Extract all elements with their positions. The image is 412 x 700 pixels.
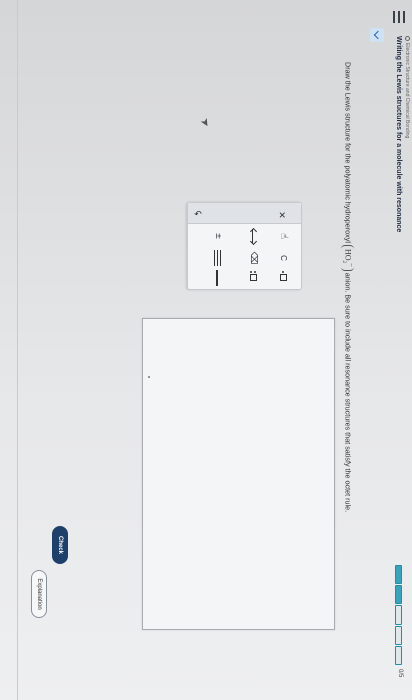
topic-circle-icon <box>405 36 410 41</box>
resonance-arrow-tool[interactable] <box>245 227 261 246</box>
close-icon[interactable]: ✕ <box>273 206 289 224</box>
app-frame: Electronic Structure and Chemical Bondin… <box>0 0 412 700</box>
question-text: Draw the Lewis structure for the polyato… <box>340 62 354 700</box>
drawing-canvas[interactable] <box>142 318 335 630</box>
formula-subscript: 2 <box>340 260 346 264</box>
breadcrumb: Electronic Structure and Chemical Bondin… <box>404 36 410 138</box>
top-bar: Electronic Structure and Chemical Bondin… <box>386 0 412 700</box>
radical-electron-tool[interactable] <box>275 269 291 287</box>
chevron-down-icon <box>373 30 383 40</box>
expand-toggle-button[interactable] <box>370 28 384 42</box>
undo-icon[interactable]: ↶ <box>189 207 207 223</box>
breadcrumb-text: Electronic Structure and Chemical Bondin… <box>404 43 410 139</box>
question-suffix: anion. Be sure to include all resonance … <box>343 272 353 513</box>
drawing-toolbar: ↶ ✕ C ☝ ⌫ ± <box>187 202 302 290</box>
triple-bond-tool[interactable] <box>210 249 226 267</box>
eraser-icon[interactable]: ⌫ <box>245 249 261 267</box>
pointer-icon[interactable]: ☝ <box>275 227 291 245</box>
charge-icon[interactable]: ± <box>210 227 226 245</box>
mouse-cursor-icon: ➤ <box>197 115 213 130</box>
progress-bar <box>395 565 402 666</box>
question-prefix: Draw the Lewis structure for the polyato… <box>343 62 353 243</box>
progress-segment <box>395 605 402 625</box>
explanation-button[interactable]: Explanation <box>31 570 47 618</box>
check-button[interactable]: Check <box>52 526 68 564</box>
progress-segment <box>395 645 402 666</box>
formula-charge: − <box>347 263 354 267</box>
menu-icon[interactable] <box>392 8 408 26</box>
formula-main: HO <box>343 248 353 261</box>
progress-score: 0/5 <box>397 669 403 678</box>
progress-segment <box>395 565 402 585</box>
progress-segment <box>395 625 402 645</box>
footer-divider <box>17 0 18 700</box>
canvas-mark <box>148 376 150 378</box>
carbon-atom-tool[interactable]: C <box>275 249 291 267</box>
chemical-formula: HO2− <box>340 244 354 271</box>
lone-pair-tool[interactable] <box>245 269 261 287</box>
topic-title: Writing the Lewis structures for a molec… <box>395 36 402 233</box>
progress-segment <box>395 585 402 605</box>
single-bond-tool[interactable] <box>210 269 226 287</box>
